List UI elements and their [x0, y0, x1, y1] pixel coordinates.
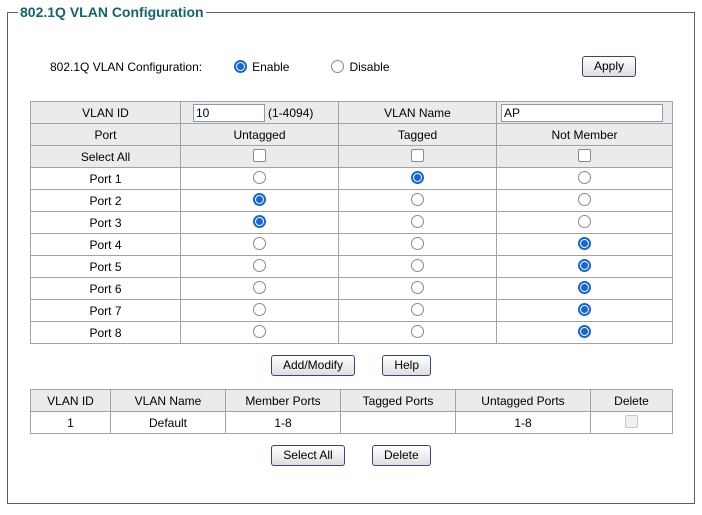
tagged-column-header: Tagged: [338, 123, 497, 146]
port-row: Port 8: [30, 321, 673, 344]
vlan-list-column-header: Delete: [590, 389, 673, 412]
vlan-list-table: VLAN ID VLAN Name Member Ports Tagged Ports…: [30, 389, 673, 434]
vlan-vlan-name-cell: Default: [110, 411, 226, 434]
port-label: Port 2: [30, 189, 181, 212]
help-button[interactable]: Help: [382, 355, 432, 376]
port-4-not-member-radio[interactable]: [578, 236, 591, 250]
port-6-tagged-radio[interactable]: [411, 280, 424, 294]
vlan-list-row: 1 Default 1-8 1-8: [30, 411, 673, 434]
vlan-id-label: VLAN ID: [30, 101, 181, 124]
delete-button[interactable]: Delete: [372, 445, 431, 466]
column-header-row: Port Untagged Tagged Not Member: [30, 123, 673, 146]
vlan-config-label: 802.1Q VLAN Configuration:: [50, 59, 203, 74]
port-label: Port 4: [30, 233, 181, 256]
port-row: Port 1: [30, 167, 673, 190]
vlan-member-ports-cell: 1-8: [225, 411, 341, 434]
select-all-tagged-checkbox[interactable]: [411, 148, 424, 162]
vlan-list-column-header: Untagged Ports: [455, 389, 591, 412]
port-row: Port 4: [30, 233, 673, 256]
port-3-tagged-radio[interactable]: [411, 214, 424, 228]
form-buttons-row: Add/Modify Help: [8, 355, 694, 376]
page-title: 802.1Q VLAN Configuration: [20, 4, 204, 20]
port-label: Port 7: [30, 299, 181, 322]
vlan-id-range-hint: (1-4094): [268, 105, 314, 120]
add-modify-button[interactable]: Add/Modify: [270, 355, 355, 376]
port-row: Port 6: [30, 277, 673, 300]
port-7-not-member-radio[interactable]: [578, 302, 591, 316]
vlan-vlan-id-cell: 1: [30, 411, 111, 434]
port-1-tagged-radio[interactable]: [411, 170, 424, 184]
not-member-column-header: Not Member: [496, 123, 673, 146]
enable-option[interactable]: Enable: [234, 60, 289, 74]
disable-radio[interactable]: [331, 60, 345, 73]
port-label: Port 8: [30, 321, 181, 344]
port-1-untagged-radio[interactable]: [253, 170, 266, 184]
port-row: Port 7: [30, 299, 673, 322]
port-1-not-member-radio[interactable]: [578, 170, 591, 184]
vlan-tagged-ports-cell: [340, 411, 456, 434]
enable-label: Enable: [252, 59, 290, 74]
port-row: Port 5: [30, 255, 673, 278]
select-all-label: Select All: [30, 145, 181, 168]
select-all-not-member-checkbox[interactable]: [578, 148, 591, 162]
port-8-tagged-radio[interactable]: [411, 324, 424, 338]
vlan-id-input[interactable]: [193, 103, 265, 122]
port-label: Port 6: [30, 277, 181, 300]
port-label: Port 1: [30, 167, 181, 190]
select-all-button[interactable]: Select All: [271, 445, 345, 466]
port-6-not-member-radio[interactable]: [578, 280, 591, 294]
select-all-untagged-checkbox[interactable]: [253, 148, 266, 162]
vlan-list-header-row: VLAN ID VLAN Name Member Ports Tagged Ports…: [30, 389, 673, 412]
vlan-configuration-panel: 802.1Q VLAN Configuration 802.1Q VLAN Co…: [7, 4, 695, 504]
port-5-not-member-radio[interactable]: [578, 258, 591, 272]
global-config-row: 802.1Q VLAN Configuration: Enable Disabl…: [50, 56, 694, 77]
port-3-untagged-radio[interactable]: [253, 214, 266, 228]
vlan-list-column-header: VLAN Name: [110, 389, 226, 412]
port-5-untagged-radio[interactable]: [253, 258, 266, 272]
port-4-untagged-radio[interactable]: [253, 236, 266, 250]
apply-button[interactable]: Apply: [581, 56, 636, 77]
port-8-not-member-radio[interactable]: [578, 324, 591, 338]
vlan-untagged-ports-cell: 1-8: [455, 411, 591, 434]
vlan-list-column-header: Member Ports: [225, 389, 341, 412]
port-2-untagged-radio[interactable]: [253, 192, 266, 206]
disable-option[interactable]: Disable: [331, 59, 390, 74]
vlan-membership-table: VLAN ID (1-4094) VLAN Name Port Untagged…: [30, 101, 673, 344]
port-7-tagged-radio[interactable]: [411, 302, 424, 316]
port-5-tagged-radio[interactable]: [411, 258, 424, 272]
port-row: Port 2: [30, 189, 673, 212]
untagged-column-header: Untagged: [180, 123, 339, 146]
vlan-id-row: VLAN ID (1-4094) VLAN Name: [30, 101, 673, 124]
port-label: Port 5: [30, 255, 181, 278]
port-7-untagged-radio[interactable]: [253, 302, 266, 316]
port-8-untagged-radio[interactable]: [253, 324, 266, 338]
disable-label: Disable: [349, 59, 390, 74]
port-6-untagged-radio[interactable]: [253, 280, 266, 294]
vlan-delete-checkbox: [625, 414, 638, 428]
vlan-name-label: VLAN Name: [338, 101, 497, 124]
vlan-list-column-header: Tagged Ports: [340, 389, 456, 412]
port-row: Port 3: [30, 211, 673, 234]
port-2-tagged-radio[interactable]: [411, 192, 424, 206]
vlan-name-input[interactable]: [501, 103, 663, 122]
port-4-tagged-radio[interactable]: [411, 236, 424, 250]
port-2-not-member-radio[interactable]: [578, 192, 591, 206]
port-3-not-member-radio[interactable]: [578, 214, 591, 228]
list-buttons-row: Select All Delete: [8, 445, 694, 466]
port-label: Port 3: [30, 211, 181, 234]
vlan-list-column-header: VLAN ID: [30, 389, 111, 412]
select-all-row: Select All: [30, 145, 673, 168]
enable-radio[interactable]: [234, 60, 248, 73]
port-column-header: Port: [30, 123, 181, 146]
